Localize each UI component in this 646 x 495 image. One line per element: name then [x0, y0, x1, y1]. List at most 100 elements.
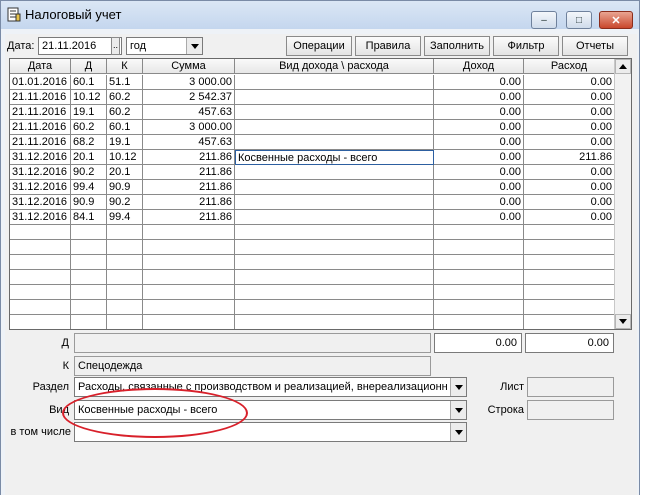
- table-cell[interactable]: [235, 225, 434, 240]
- table-cell[interactable]: [235, 75, 434, 90]
- table-row[interactable]: 31.12.2016 20.1 10.12 211.86 Косвенные расхо…: [10, 150, 615, 165]
- table-cell[interactable]: [235, 90, 434, 105]
- grid-vertical-scrollbar[interactable]: [614, 59, 631, 329]
- table-cell[interactable]: [71, 300, 107, 315]
- table-cell[interactable]: 0.00: [524, 105, 615, 120]
- table-cell[interactable]: 68.2: [71, 135, 107, 150]
- table-cell[interactable]: [235, 195, 434, 210]
- table-cell[interactable]: 31.12.2016: [10, 180, 71, 195]
- table-cell[interactable]: [524, 300, 615, 315]
- table-cell[interactable]: [434, 270, 524, 285]
- table-cell[interactable]: 211.86: [143, 180, 235, 195]
- table-cell[interactable]: Косвенные расходы - всего: [235, 150, 434, 165]
- table-cell[interactable]: 10.12: [107, 150, 143, 165]
- table-cell[interactable]: [235, 270, 434, 285]
- expense-field[interactable]: 0.00: [525, 333, 614, 353]
- including-dropdown-button[interactable]: [450, 423, 466, 441]
- table-cell[interactable]: 0.00: [434, 150, 524, 165]
- table-cell[interactable]: 31.12.2016: [10, 150, 71, 165]
- table-cell[interactable]: [10, 255, 71, 270]
- table-cell[interactable]: 90.9: [107, 180, 143, 195]
- table-row[interactable]: 21.11.2016 60.2 60.1 3 000.00 0.00 0.00: [10, 120, 615, 135]
- empty-table-row[interactable]: [10, 315, 615, 329]
- table-cell[interactable]: 0.00: [524, 210, 615, 225]
- empty-table-row[interactable]: [10, 255, 615, 270]
- table-cell[interactable]: 0.00: [524, 75, 615, 90]
- table-cell[interactable]: 0.00: [524, 90, 615, 105]
- table-cell[interactable]: [71, 285, 107, 300]
- table-cell[interactable]: 60.2: [71, 120, 107, 135]
- table-cell[interactable]: [235, 135, 434, 150]
- table-cell[interactable]: [143, 255, 235, 270]
- table-cell[interactable]: [235, 120, 434, 135]
- table-row[interactable]: 21.11.2016 68.2 19.1 457.63 0.00 0.00: [10, 135, 615, 150]
- table-cell[interactable]: [143, 225, 235, 240]
- table-cell[interactable]: [10, 300, 71, 315]
- section-dropdown-button[interactable]: [450, 378, 466, 396]
- table-cell[interactable]: [143, 300, 235, 315]
- table-cell[interactable]: 99.4: [71, 180, 107, 195]
- column-header-amount[interactable]: Сумма: [143, 59, 235, 74]
- section-combo[interactable]: Расходы, связанные с производством и реа…: [74, 377, 467, 397]
- maximize-button[interactable]: □: [566, 11, 592, 29]
- table-cell[interactable]: 31.12.2016: [10, 195, 71, 210]
- table-cell[interactable]: [107, 255, 143, 270]
- table-cell[interactable]: 457.63: [143, 135, 235, 150]
- table-cell[interactable]: 21.11.2016: [10, 120, 71, 135]
- table-cell[interactable]: [434, 315, 524, 329]
- table-cell[interactable]: 31.12.2016: [10, 210, 71, 225]
- table-cell[interactable]: 0.00: [524, 165, 615, 180]
- table-cell[interactable]: 60.2: [107, 105, 143, 120]
- table-row[interactable]: 31.12.2016 84.1 99.4 211.86 0.00 0.00: [10, 210, 615, 225]
- table-cell[interactable]: [524, 270, 615, 285]
- table-cell[interactable]: 90.2: [71, 165, 107, 180]
- table-cell[interactable]: 51.1: [107, 75, 143, 90]
- table-cell[interactable]: [10, 240, 71, 255]
- table-cell[interactable]: 0.00: [434, 165, 524, 180]
- table-cell[interactable]: [107, 300, 143, 315]
- table-cell[interactable]: 0.00: [434, 210, 524, 225]
- table-cell[interactable]: [434, 240, 524, 255]
- table-cell[interactable]: 20.1: [71, 150, 107, 165]
- table-row[interactable]: 31.12.2016 90.9 90.2 211.86 0.00 0.00: [10, 195, 615, 210]
- table-cell[interactable]: 0.00: [434, 75, 524, 90]
- table-cell[interactable]: 0.00: [434, 90, 524, 105]
- column-header-income-expense-type[interactable]: Вид дохода \ расхода: [235, 59, 434, 74]
- table-cell[interactable]: [434, 255, 524, 270]
- table-cell[interactable]: [235, 300, 434, 315]
- table-cell[interactable]: [235, 180, 434, 195]
- table-cell[interactable]: [10, 285, 71, 300]
- empty-table-row[interactable]: [10, 270, 615, 285]
- period-dropdown-button[interactable]: [186, 38, 202, 54]
- table-cell[interactable]: [10, 270, 71, 285]
- table-cell[interactable]: [71, 315, 107, 329]
- empty-table-row[interactable]: [10, 225, 615, 240]
- minimize-button[interactable]: –: [531, 11, 557, 29]
- table-cell[interactable]: [235, 105, 434, 120]
- table-cell[interactable]: 3 000.00: [143, 75, 235, 90]
- table-cell[interactable]: [524, 240, 615, 255]
- table-cell[interactable]: [107, 240, 143, 255]
- table-cell[interactable]: 0.00: [434, 120, 524, 135]
- table-cell[interactable]: 0.00: [524, 195, 615, 210]
- table-cell[interactable]: [524, 225, 615, 240]
- table-cell[interactable]: 90.2: [107, 195, 143, 210]
- date-input[interactable]: 21.11.2016: [38, 37, 122, 55]
- fill-button[interactable]: Заполнить: [424, 36, 490, 56]
- table-cell[interactable]: [71, 270, 107, 285]
- table-cell[interactable]: 10.12: [71, 90, 107, 105]
- table-cell[interactable]: 211.86: [143, 195, 235, 210]
- table-cell[interactable]: [143, 315, 235, 329]
- empty-table-row[interactable]: [10, 240, 615, 255]
- table-cell[interactable]: 2 542.37: [143, 90, 235, 105]
- table-cell[interactable]: [71, 255, 107, 270]
- column-header-credit[interactable]: К: [107, 59, 143, 74]
- table-cell[interactable]: 21.11.2016: [10, 105, 71, 120]
- table-cell[interactable]: [143, 285, 235, 300]
- table-cell[interactable]: [143, 240, 235, 255]
- column-header-debit[interactable]: Д: [71, 59, 107, 74]
- table-cell[interactable]: [107, 225, 143, 240]
- table-cell[interactable]: 60.2: [107, 90, 143, 105]
- table-cell[interactable]: 01.01.2016: [10, 75, 71, 90]
- table-cell[interactable]: [71, 225, 107, 240]
